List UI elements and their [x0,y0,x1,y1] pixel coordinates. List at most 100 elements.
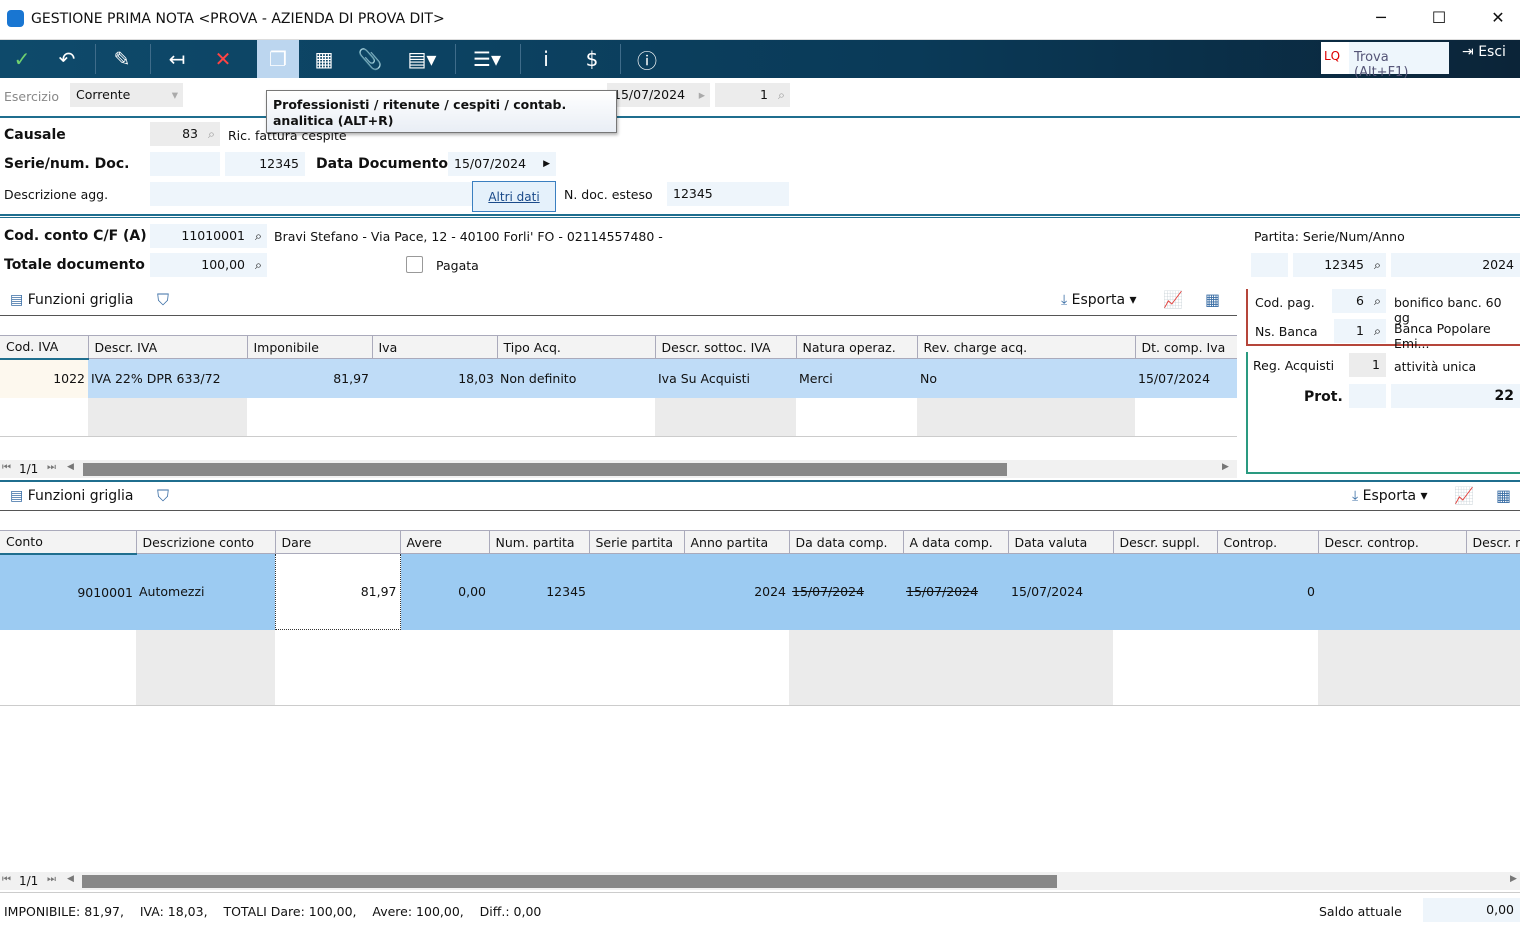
table-cell[interactable]: Automezzi [136,553,275,630]
funzioni-griglia-button[interactable]: ▤ Funzioni griglia [10,292,134,308]
first-page-icon[interactable]: ⏮ [2,462,11,473]
table-cell[interactable]: 12345 [489,553,589,630]
causale-code-field[interactable]: 83 ⌕ [150,122,220,146]
partita-num-field[interactable]: 12345 ⌕ [1293,253,1386,277]
list-menu-icon[interactable]: ☰▾ [465,40,509,78]
column-header[interactable]: Rev. charge acq. [917,335,1136,359]
undo-icon[interactable]: ↶ [47,40,87,78]
column-header[interactable]: Conto [0,530,137,555]
first-page-icon[interactable]: ⏮ [2,874,11,885]
table-cell[interactable]: 0 [1217,553,1318,630]
numero-registrazione-field[interactable]: 1 ⌕ [715,83,790,107]
column-header[interactable]: Descr. IVA [88,335,248,359]
conto-cf-field[interactable]: 11010001 ⌕ [150,224,267,248]
column-header[interactable]: Avere [400,530,490,554]
esercizio-select[interactable]: Corrente ▾ [70,83,183,107]
empty-row[interactable] [0,397,1237,437]
column-header[interactable]: Cod. IVA [0,335,89,360]
scroll-right-icon[interactable]: ▶ [1222,462,1229,472]
column-header[interactable]: Dt. comp. Iva [1135,335,1237,359]
altri-dati-button[interactable]: Altri dati [472,181,556,212]
partita-anno-field[interactable]: 2024 [1391,253,1520,277]
delete-icon[interactable]: ✕ [203,40,243,78]
chart-icon[interactable]: 📈 [1163,290,1183,309]
copy-documents-icon[interactable]: ❐ [257,40,299,78]
edit-pencil-icon[interactable]: ✎ [102,40,142,78]
prot-prefix-field[interactable] [1349,384,1386,408]
empty-row[interactable] [0,629,1520,706]
totale-documento-field[interactable]: 100,00 ⌕ [150,253,267,277]
attachment-icon[interactable]: 📎 [350,40,390,78]
column-header[interactable]: Descr. suppl. [1113,530,1218,554]
column-header[interactable]: Descr. controp. [1318,530,1467,554]
cod-pag-field[interactable]: 6 ⌕ [1332,289,1386,313]
calendar-search-icon[interactable]: ▦ [304,40,344,78]
table-cell[interactable]: 18,03 [372,358,497,398]
revert-icon[interactable]: ↤ [157,40,197,78]
table-cell[interactable]: 9010001 [0,553,136,630]
column-header[interactable]: Imponibile [247,335,373,359]
column-header[interactable]: Controp. [1217,530,1319,554]
chart-icon[interactable]: 📈 [1454,486,1474,505]
maximize-button[interactable]: ☐ [1424,8,1454,27]
esporta-button-2[interactable]: ⤓ Esporta ▾ [1352,488,1428,504]
column-header[interactable]: Tipo Acq. [497,335,656,359]
filter-icon[interactable]: ⛉ [157,486,169,506]
table-cell[interactable] [1466,553,1520,630]
column-header[interactable]: Descr. ri [1466,530,1520,554]
table-row[interactable]: 9010001 Automezzi 81,97 0,00 12345 2024 15/07/… [0,553,1520,630]
table-cell[interactable]: 15/07/2024 [903,553,1008,630]
close-button[interactable]: ✕ [1483,8,1513,27]
table-cell[interactable]: 1022 [0,358,88,398]
minimize-button[interactable]: ─ [1366,8,1396,27]
grid-layout-icon[interactable]: ▦ [1205,290,1220,309]
table-cell[interactable] [1318,553,1466,630]
confirm-icon[interactable]: ✓ [2,40,42,78]
ns-banca-field[interactable]: 1 ⌕ [1334,319,1386,343]
dollar-icon[interactable]: $ [572,40,612,78]
column-header[interactable]: Anno partita [684,530,790,554]
n-doc-esteso-field[interactable]: 12345 [667,182,789,206]
horizontal-scrollbar[interactable] [82,875,1057,888]
scroll-left-icon[interactable]: ◀ [67,874,74,884]
help-icon[interactable]: ⓘ [627,40,667,78]
column-header[interactable]: Data valuta [1008,530,1114,554]
table-cell[interactable]: Merci [796,358,917,398]
column-header[interactable]: Num. partita [489,530,590,554]
reg-acquisti-field[interactable]: 1 [1349,353,1386,377]
column-header[interactable]: Iva [372,335,498,359]
table-cell[interactable]: No [917,358,1135,398]
column-header[interactable]: Descrizione conto [136,530,276,554]
table-cell[interactable] [589,553,684,630]
funzioni-griglia-button-2[interactable]: ▤ Funzioni griglia [10,488,134,504]
table-cell[interactable]: 15/07/2024 [1008,553,1113,630]
prot-field[interactable]: 22 [1391,384,1520,408]
table-cell[interactable]: 15/07/2024 [1135,358,1237,398]
grid-layout-icon[interactable]: ▦ [1496,486,1511,505]
document-menu-icon[interactable]: ▤▾ [400,40,444,78]
column-header[interactable]: Natura operaz. [796,335,918,359]
pagata-checkbox[interactable] [406,256,423,273]
serie-doc-field[interactable] [150,152,220,176]
table-cell[interactable]: 81,97 [274,553,401,630]
info-icon[interactable]: i [526,40,566,78]
horizontal-scrollbar[interactable] [83,463,1007,476]
data-registrazione-field[interactable]: 15/07/2024 ▸ [607,83,710,107]
scroll-left-icon[interactable]: ◀ [67,462,74,472]
table-cell[interactable]: Non definito [497,358,655,398]
column-header[interactable]: A data comp. [903,530,1009,554]
table-cell[interactable]: 81,97 [247,358,372,398]
last-page-icon[interactable]: ⏭ [47,462,56,473]
exit-button[interactable]: ⇥ Esci [1462,44,1506,60]
scroll-right-icon[interactable]: ▶ [1510,874,1517,884]
column-header[interactable]: Da data comp. [789,530,904,554]
column-header[interactable]: Descr. sottoc. IVA [655,335,797,359]
column-header[interactable]: Serie partita [589,530,685,554]
table-cell[interactable]: IVA 22% DPR 633/72 [88,358,247,398]
table-cell[interactable]: Iva Su Acquisti [655,358,796,398]
find-input[interactable]: Trova (Alt+F1) [1349,42,1449,80]
data-documento-field[interactable]: 15/07/2024 ▶ [448,152,556,176]
table-row[interactable]: 1022 IVA 22% DPR 633/72 81,97 18,03 Non defi… [0,358,1237,398]
table-cell[interactable]: 0,00 [400,553,489,630]
esporta-button[interactable]: ⤓ Esporta ▾ [1061,292,1137,308]
